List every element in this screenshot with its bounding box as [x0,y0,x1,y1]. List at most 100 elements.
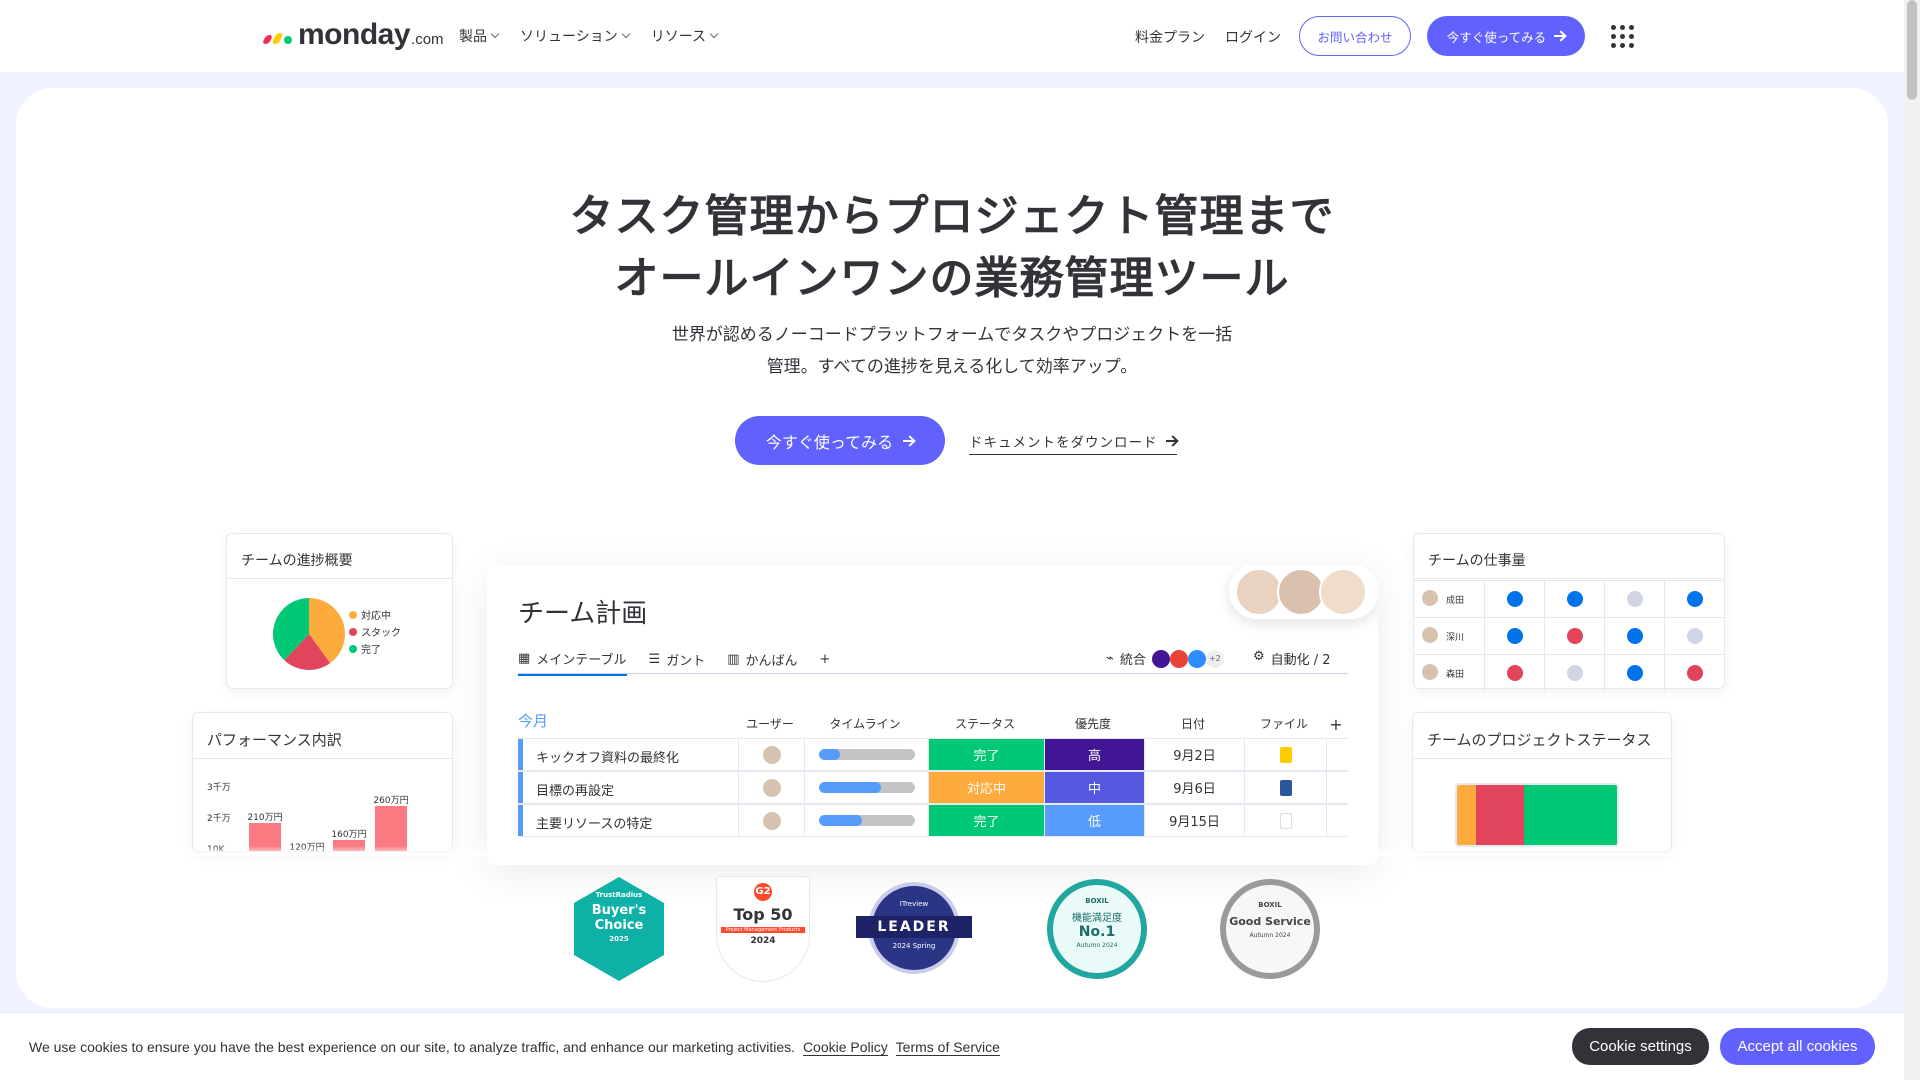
date-cell[interactable]: 9月6日 [1144,772,1244,803]
priority-cell[interactable]: 高 [1044,739,1144,770]
avatar [1422,590,1438,606]
status-cell[interactable]: 完了 [928,739,1044,770]
empty-cell [1326,772,1348,803]
cookie-banner: We use cookies to ensure you have the be… [0,1012,1904,1080]
workload-dot [1687,665,1703,681]
tab-label: メインテーブル [536,653,627,668]
legend-item: 対応中 [349,608,401,625]
menu-resources[interactable]: リソース [651,26,719,46]
table-row[interactable]: 目標の再設定 対応中 中 9月6日 [518,771,1348,804]
file-cell[interactable] [1244,805,1326,836]
y-tick-label: 2千万 [207,814,231,824]
file-cell[interactable] [1244,772,1326,803]
scrollbar-thumb[interactable] [1907,0,1917,100]
status-cell[interactable]: 完了 [928,805,1044,836]
accept-cookies-button[interactable]: Accept all cookies [1720,1028,1875,1065]
group-title[interactable]: 今月 [518,710,548,731]
task-name[interactable]: 目標の再設定 [536,780,614,799]
progress-widget-title: チームの進捗概要 [227,534,452,579]
status-segment [1476,785,1525,845]
badge-source: BOXIL [1085,897,1109,905]
cookie-text: We use cookies to ensure you have the be… [29,1039,1000,1056]
hero-title-line2: オールインワンの業務管理ツール [614,253,1290,304]
menu-products[interactable]: 製品 [459,26,500,46]
workload-cell [1544,618,1604,655]
apps-grid-icon[interactable] [1611,25,1634,48]
terms-link[interactable]: Terms of Service [895,1039,1000,1056]
pricing-link[interactable]: 料金プラン [1135,27,1205,47]
timeline-cell[interactable] [804,772,928,803]
table-row[interactable]: 主要リソースの特定 完了 低 9月15日 [518,804,1348,837]
tabs-divider [518,673,1348,674]
badge-text: No.1 [1078,924,1116,940]
add-view-button[interactable]: + [820,649,831,676]
cookie-settings-button[interactable]: Cookie settings [1572,1028,1709,1065]
add-column-button[interactable]: + [1326,715,1346,734]
main-menu: 製品 ソリューション リソース [459,26,719,46]
timeline-cell[interactable] [804,805,928,836]
badge-source: ITreview [899,900,929,908]
download-doc-link[interactable]: ドキュメントをダウンロード [969,431,1177,455]
robot-icon: ⚙ [1253,649,1265,664]
automation-button[interactable]: ⚙ 自動化 / 2 [1253,649,1331,668]
badge-text: Choice [594,918,644,933]
chevron-down-icon [709,29,719,39]
table-row[interactable]: キックオフ資料の最終化 完了 高 9月2日 [518,738,1348,771]
workload-dot [1567,665,1583,681]
user-cell[interactable] [738,772,804,803]
chevron-down-icon [490,29,500,39]
bar-value-label: 160万円 [331,829,367,840]
workload-cell [1484,655,1544,692]
badge-text: 機能満足度 [1072,913,1122,924]
workload-dot [1687,628,1703,644]
timeline-cell[interactable] [804,739,928,770]
chevron-down-icon [621,29,630,39]
menu-solutions[interactable]: ソリューション [520,26,630,46]
nav-cta-button[interactable]: 今すぐ使ってみる [1427,16,1585,56]
gmail-icon [1169,649,1188,668]
hero-cta-button[interactable]: 今すぐ使ってみる [735,416,945,465]
date-cell[interactable]: 9月15日 [1144,805,1244,836]
team-plan-board: チーム計画 ▦ メインテーブル ☰ ガント ▥ かんばん + ⌁ 統合 +2 ⚙ 自動化… [487,565,1378,865]
contact-button[interactable]: お問い合わせ [1299,16,1411,56]
avatar [1319,568,1367,616]
scrollbar[interactable] [1904,0,1920,1080]
person-name: 成田 [1446,596,1465,606]
g2-logo-icon: G2 [754,883,772,901]
tab-label: ガント [666,654,706,669]
workload-cell [1664,618,1724,655]
cookie-policy-link[interactable]: Cookie Policy [802,1039,888,1056]
status-segment [1524,785,1617,845]
person-name: 森田 [1446,670,1465,680]
task-name[interactable]: 主要リソースの特定 [536,813,652,832]
date-cell[interactable]: 9月2日 [1144,739,1244,770]
file-cell[interactable] [1244,739,1326,770]
tab-gantt[interactable]: ☰ ガント [649,649,706,676]
integrations-button[interactable]: ⌁ 統合 +2 [1106,649,1224,668]
workload-cell [1664,655,1724,692]
task-name[interactable]: キックオフ資料の最終化 [536,747,679,766]
col-date: 日付 [1180,717,1205,731]
tab-kanban[interactable]: ▥ かんばん [727,649,797,676]
gantt-icon: ☰ [648,652,661,667]
tab-main-table[interactable]: ▦ メインテーブル [518,649,627,676]
nav-cta-label: 今すぐ使ってみる [1446,29,1547,45]
bar-value-label: 210万円 [247,813,283,823]
hero-cta-label: 今すぐ使ってみる [765,432,894,452]
badge-text: Buyer's [591,903,647,918]
badge-year: 2024 [750,936,776,946]
login-link[interactable]: ログイン [1225,27,1281,47]
monday-logo[interactable]: monday .com [261,18,444,52]
priority-cell[interactable]: 中 [1044,772,1144,803]
file-icon [1279,812,1292,829]
bar-value-label: 260万円 [373,796,409,807]
user-cell[interactable] [738,805,804,836]
workload-dot [1687,591,1703,607]
status-cell[interactable]: 対応中 [928,772,1044,803]
workload-cell [1604,655,1664,692]
timeline-bar [818,815,915,826]
priority-cell[interactable]: 低 [1044,805,1144,836]
avatar [1277,568,1325,616]
user-cell[interactable] [738,739,804,770]
badge-text: Project Management Products [721,927,805,933]
